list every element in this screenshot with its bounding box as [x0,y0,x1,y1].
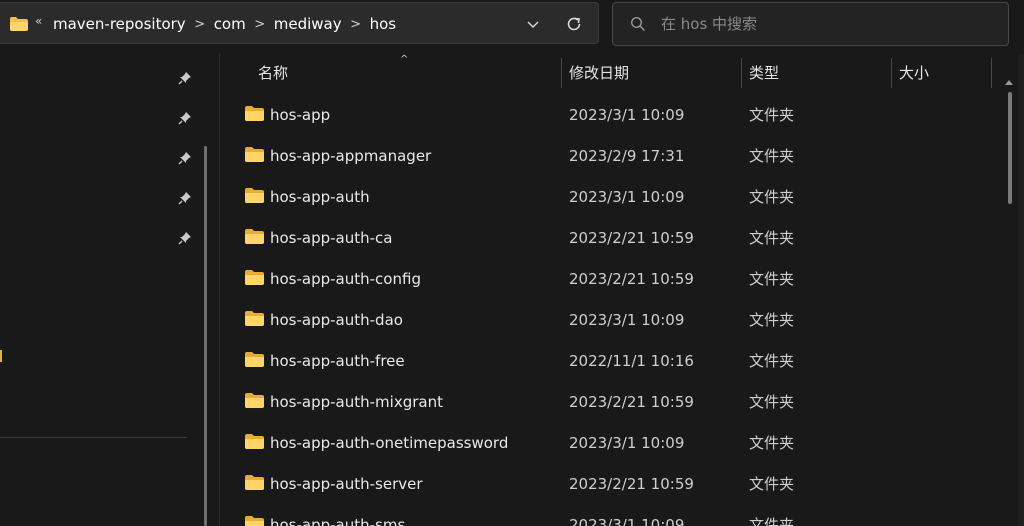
address-bar[interactable]: « maven-repository > com > mediway > hos [0,2,599,44]
file-modified: 2023/2/9 17:31 [569,147,685,165]
sort-ascending-icon: ^ [400,54,409,65]
overflow-chevron-icon[interactable]: « [35,14,42,28]
list-item[interactable]: hos-app-auth-server 2023/2/21 10:59 文件夹 [220,464,1000,505]
search-box[interactable] [612,2,1009,46]
folder-icon [245,188,264,203]
file-name: hos-app-auth [270,188,370,206]
file-type: 文件夹 [749,270,795,288]
list-item[interactable]: hos-app 2023/3/1 10:09 文件夹 [220,95,1000,136]
column-divider[interactable] [991,58,992,88]
file-name: hos-app-auth-dao [270,311,403,329]
list-item[interactable]: hos-app-auth-ca 2023/2/21 10:59 文件夹 [220,218,1000,259]
column-header-row: ^ 名称 修改日期 类型 大小 [220,54,1010,92]
search-input[interactable] [661,3,991,45]
folder-icon [245,434,264,449]
file-name: hos-app-appmanager [270,147,432,165]
folder-icon [245,229,264,244]
window-edge [1018,54,1024,526]
file-type: 文件夹 [749,393,795,411]
scroll-up-arrow-icon[interactable] [1005,78,1013,86]
pin-icon[interactable] [178,151,192,165]
file-modified: 2023/2/21 10:59 [569,229,694,247]
file-name: hos-app-auth-ca [270,229,393,247]
column-divider[interactable] [741,58,742,88]
list-item[interactable]: hos-app-appmanager 2023/2/9 17:31 文件夹 [220,136,1000,177]
file-type: 文件夹 [749,516,795,526]
navigation-pane [0,54,218,526]
file-modified: 2023/2/21 10:59 [569,393,694,411]
nav-divider [0,437,187,438]
file-list: hos-app 2023/3/1 10:09 文件夹 hos-app-appma… [220,95,1010,526]
file-type: 文件夹 [749,352,795,370]
folder-icon [10,17,28,31]
pin-icon[interactable] [178,71,192,85]
file-modified: 2023/3/1 10:09 [569,106,685,124]
file-type: 文件夹 [749,188,795,206]
breadcrumb: maven-repository > com > mediway > hos [53,3,396,45]
folder-icon [245,106,264,121]
column-header-type[interactable]: 类型 [749,54,779,92]
breadcrumb-item[interactable]: maven-repository [53,15,186,33]
pin-icon[interactable] [178,191,192,205]
file-name: hos-app-auth-mixgrant [270,393,443,411]
file-modified: 2023/3/1 10:09 [569,516,685,526]
file-modified: 2022/11/1 10:16 [569,352,694,370]
file-explorer-window: « maven-repository > com > mediway > hos [0,0,1024,526]
file-name: hos-app-auth-config [270,270,421,288]
column-header-name[interactable]: 名称 [258,54,288,92]
breadcrumb-separator-icon[interactable]: > [342,17,370,32]
file-type: 文件夹 [749,106,795,124]
list-item[interactable]: hos-app-auth-sms 2023/3/1 10:09 文件夹 [220,505,1000,526]
folder-icon [245,352,264,367]
nav-item-marker [0,350,2,362]
folder-icon [245,475,264,490]
file-type: 文件夹 [749,434,795,452]
file-name: hos-app [270,106,331,124]
file-list-scrollbar-thumb[interactable] [1008,92,1012,204]
column-header-modified[interactable]: 修改日期 [569,54,629,92]
list-item[interactable]: hos-app-auth-config 2023/2/21 10:59 文件夹 [220,259,1000,300]
list-item[interactable]: hos-app-auth-free 2022/11/1 10:16 文件夹 [220,341,1000,382]
file-modified: 2023/3/1 10:09 [569,188,685,206]
column-divider[interactable] [561,58,562,88]
breadcrumb-separator-icon[interactable]: > [246,17,274,32]
file-modified: 2023/2/21 10:59 [569,475,694,493]
folder-icon [245,311,264,326]
file-type: 文件夹 [749,311,795,329]
file-type: 文件夹 [749,475,795,493]
file-modified: 2023/3/1 10:09 [569,311,685,329]
pin-icon[interactable] [178,231,192,245]
breadcrumb-separator-icon[interactable]: > [186,17,214,32]
search-icon [630,16,645,31]
file-name: hos-app-auth-sms [270,516,406,526]
pin-icon[interactable] [178,111,192,125]
folder-icon [245,516,264,526]
chevron-down-icon[interactable] [525,16,541,32]
file-name: hos-app-auth-onetimepassword [270,434,509,452]
nav-scrollbar[interactable] [204,146,207,526]
file-name: hos-app-auth-free [270,352,405,370]
list-item[interactable]: hos-app-auth 2023/3/1 10:09 文件夹 [220,177,1000,218]
list-item[interactable]: hos-app-auth-mixgrant 2023/2/21 10:59 文件… [220,382,1000,423]
file-type: 文件夹 [749,147,795,165]
list-item[interactable]: hos-app-auth-dao 2023/3/1 10:09 文件夹 [220,300,1000,341]
breadcrumb-item[interactable]: hos [370,15,397,33]
column-divider[interactable] [891,58,892,88]
column-header-size[interactable]: 大小 [899,54,929,92]
refresh-icon[interactable] [565,15,583,33]
breadcrumb-item[interactable]: com [214,15,246,33]
file-name: hos-app-auth-server [270,475,423,493]
folder-icon [245,270,264,285]
file-type: 文件夹 [749,229,795,247]
breadcrumb-item[interactable]: mediway [274,15,342,33]
folder-icon [245,147,264,162]
file-modified: 2023/2/21 10:59 [569,270,694,288]
file-modified: 2023/3/1 10:09 [569,434,685,452]
list-item[interactable]: hos-app-auth-onetimepassword 2023/3/1 10… [220,423,1000,464]
folder-icon [245,393,264,408]
